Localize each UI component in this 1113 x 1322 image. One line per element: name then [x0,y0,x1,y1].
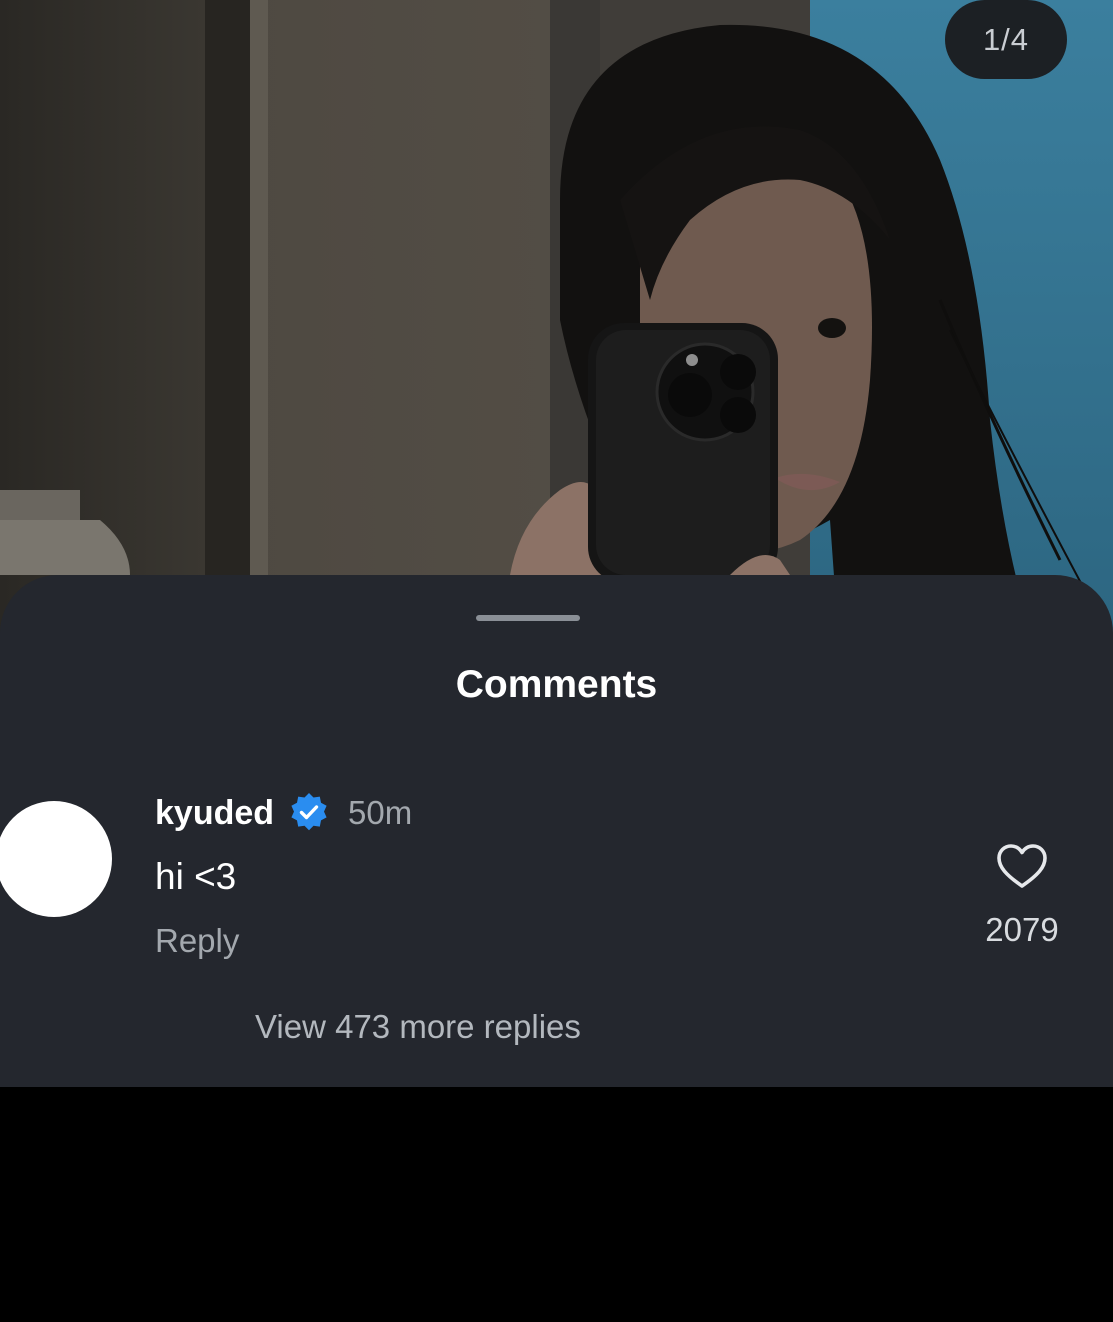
comment-username[interactable]: kyuded [155,794,274,833]
comment-timestamp: 50m [348,794,413,831]
screen: 1/4 Comments kyuded 50m hi <3 Reply 2079… [0,0,1113,1322]
sheet-drag-handle[interactable] [476,615,580,621]
comment-header: kyuded 50m [155,791,412,835]
comment-text: hi <3 [155,856,237,897]
comments-sheet: Comments kyuded 50m hi <3 Reply 2079 Vie… [0,575,1113,1087]
view-more-replies-button[interactable]: View 473 more replies [255,1008,581,1046]
image-counter-badge: 1/4 [945,0,1067,79]
post-photo[interactable] [0,0,1113,660]
heart-outline-icon[interactable] [996,841,1048,893]
verified-badge-icon [288,792,330,834]
avatar[interactable] [0,801,112,917]
like-count: 2079 [985,911,1059,948]
reply-button[interactable]: Reply [155,922,239,960]
comments-title: Comments [455,663,658,706]
